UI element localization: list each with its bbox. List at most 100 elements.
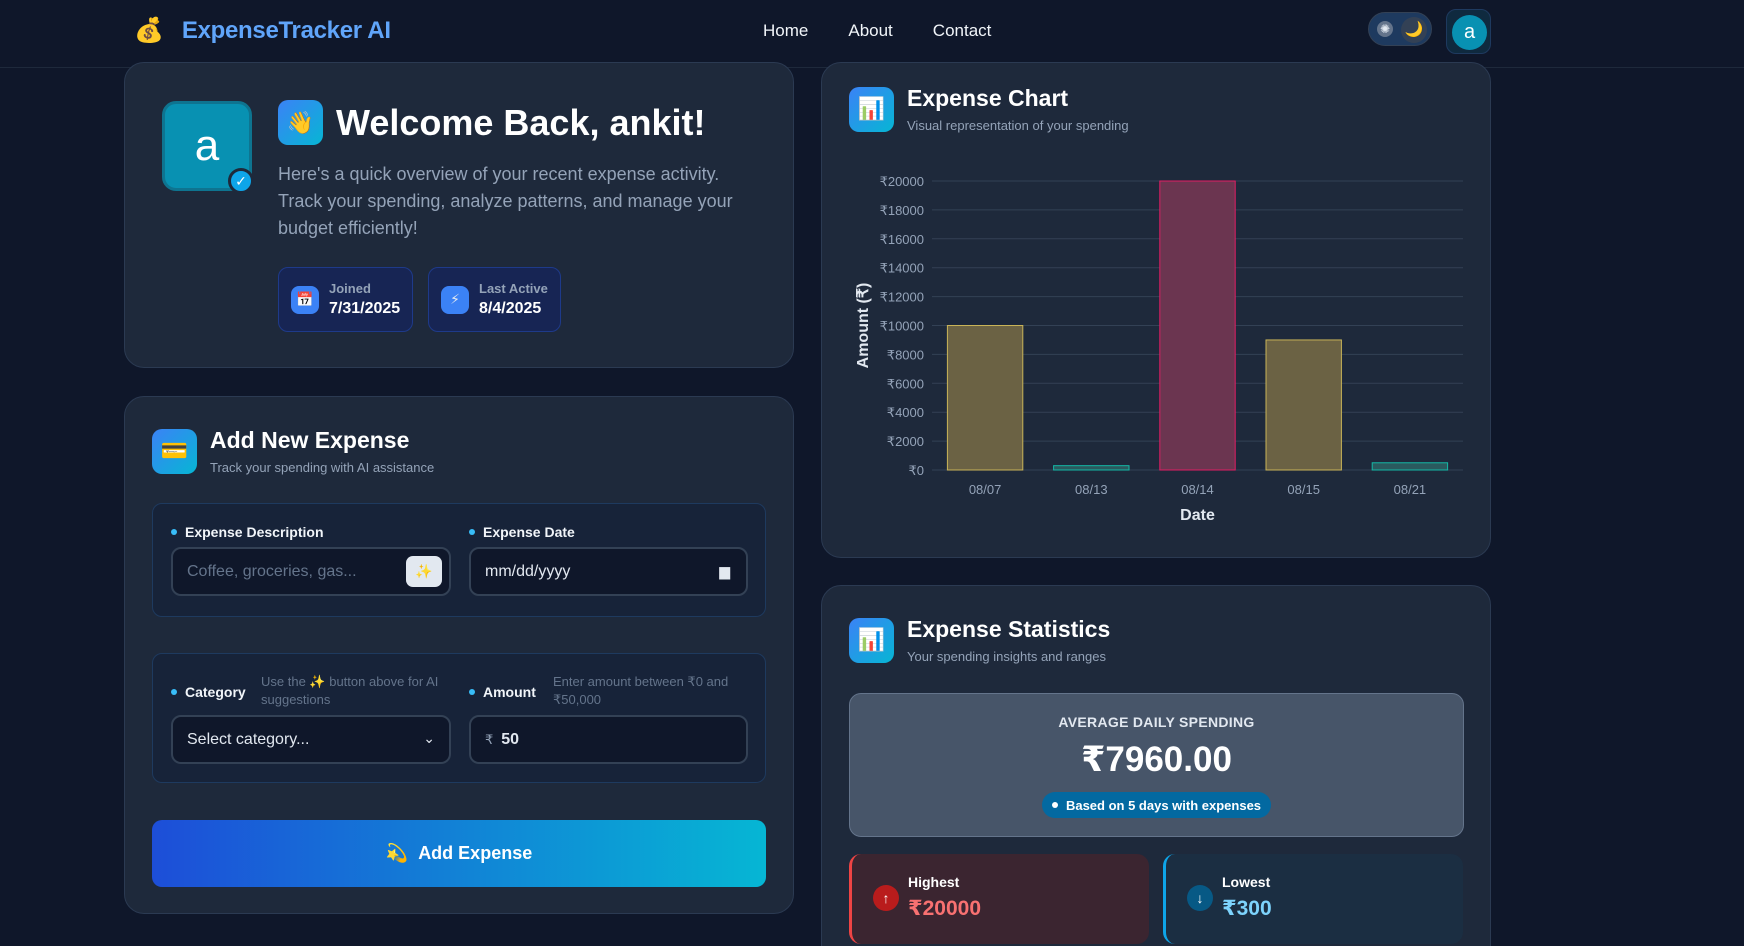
average-value: ₹7960.00 xyxy=(1081,740,1232,779)
moon-icon: 🌙 xyxy=(1401,17,1427,43)
description-date-group: Expense Description Coffee, groceries, g… xyxy=(152,503,766,617)
lowest-expense-panel: ↓ Lowest ₹300 xyxy=(1163,854,1463,944)
highest-value: ₹20000 xyxy=(908,897,982,920)
last-active-badge: ⚡ Last Active 8/4/2025 xyxy=(428,267,561,332)
add-expense-button-label: Add Expense xyxy=(418,843,533,863)
description-placeholder: Coffee, groceries, gas... xyxy=(187,562,357,580)
highest-expense-panel: ↑ Highest ₹20000 xyxy=(849,854,1149,944)
y-tick-label: ₹18000 xyxy=(880,203,924,218)
category-amount-group: Category Use the ✨ button above for AI s… xyxy=(152,653,766,783)
y-tick-label: ₹4000 xyxy=(887,405,924,420)
x-axis-label: Date xyxy=(1180,507,1215,524)
joined-badge: 📅 Joined 7/31/2025 xyxy=(278,267,414,332)
nav-links: Home About Contact xyxy=(763,21,991,41)
category-selected-value: Select category... xyxy=(187,730,310,748)
y-tick-label: ₹2000 xyxy=(887,434,924,449)
brand-name: ExpenseTracker AI xyxy=(181,16,391,44)
joined-label: Joined xyxy=(329,281,371,296)
bar xyxy=(1265,339,1342,471)
lowest-value: ₹300 xyxy=(1222,897,1272,920)
expense-chart-card: 📊 Expense Chart Visual representation of… xyxy=(821,62,1491,558)
arrow-down-icon: ↓ xyxy=(1187,885,1213,911)
y-tick-label: ₹14000 xyxy=(880,261,924,276)
x-tick-label: 08/21 xyxy=(1394,482,1427,497)
stats-title: Expense Statistics xyxy=(907,616,1111,642)
amount-input[interactable]: ₹ 50 xyxy=(469,715,748,764)
verified-check-icon: ✓ xyxy=(228,168,254,194)
date-label-text: Expense Date xyxy=(483,524,575,540)
welcome-title: Welcome Back, ankit! xyxy=(336,101,706,143)
rupee-icon: ₹ xyxy=(485,731,494,747)
x-tick-label: 08/07 xyxy=(969,482,1002,497)
bar xyxy=(1053,465,1130,471)
y-axis-label: Amount (₹) xyxy=(855,283,872,369)
welcome-header: 👋 Welcome Back, ankit! xyxy=(278,100,705,145)
amount-label-text: Amount xyxy=(483,684,536,700)
y-tick-label: ₹20000 xyxy=(880,174,924,189)
calendar-icon: 📅 xyxy=(291,285,319,314)
last-active-label: Last Active xyxy=(479,281,548,296)
y-tick-label: ₹10000 xyxy=(880,319,924,334)
chevron-down-icon: ⌄ xyxy=(423,730,435,746)
add-expense-button[interactable]: 💫 Add Expense xyxy=(152,820,766,887)
average-spending-panel: AVERAGE DAILY SPENDING ₹7960.00 Based on… xyxy=(849,693,1464,837)
date-input[interactable]: mm/dd/yyyy ▆ xyxy=(469,547,748,596)
bar-chart-icon: 📊 xyxy=(849,617,894,663)
bullet-dot-icon xyxy=(171,529,177,535)
lowest-label: Lowest xyxy=(1222,874,1271,890)
add-expense-subtitle: Track your spending with AI assistance xyxy=(210,460,435,475)
category-label: Category xyxy=(171,684,246,700)
nav-link-home[interactable]: Home xyxy=(763,21,808,41)
arrow-up-icon: ↑ xyxy=(873,885,899,911)
money-bag-icon: 💰 xyxy=(134,17,164,44)
y-tick-label: ₹8000 xyxy=(887,347,924,362)
bullet-dot-icon xyxy=(171,689,177,695)
category-label-text: Category xyxy=(185,684,246,700)
amount-label: Amount xyxy=(469,684,536,700)
description-label: Expense Description xyxy=(171,524,324,540)
joined-value: 7/31/2025 xyxy=(329,300,401,317)
x-tick-label: 08/14 xyxy=(1181,482,1214,497)
date-label: Expense Date xyxy=(469,524,575,540)
dizzy-star-icon: 💫 xyxy=(385,843,409,863)
description-input[interactable]: Coffee, groceries, gas... ✨ xyxy=(171,547,451,596)
theme-toggle[interactable]: ✺ 🌙 xyxy=(1368,12,1432,46)
bullet-dot-icon xyxy=(469,689,475,695)
bullet-dot-icon xyxy=(469,529,475,535)
stats-subtitle: Your spending insights and ranges xyxy=(907,649,1106,664)
top-navbar: 💰 ExpenseTracker AI Home About Contact ✺… xyxy=(0,0,1744,68)
nav-link-about[interactable]: About xyxy=(848,21,892,41)
add-expense-title: Add New Expense xyxy=(210,427,410,453)
nav-link-contact[interactable]: Contact xyxy=(933,21,992,41)
average-label: AVERAGE DAILY SPENDING xyxy=(1058,714,1255,730)
last-active-value: 8/4/2025 xyxy=(479,300,542,317)
expense-bar-chart: ₹0 ₹2000 ₹4000 ₹6000 ₹8000 ₹10000 ₹12000 ₹14000… xyxy=(855,174,1463,524)
y-tick-label: ₹6000 xyxy=(887,376,924,391)
y-tick-label: ₹12000 xyxy=(880,290,924,305)
welcome-card: a ✓ 👋 Welcome Back, ankit! Here's a quic… xyxy=(124,62,794,368)
user-menu-button[interactable]: a xyxy=(1446,9,1491,54)
bar xyxy=(1159,180,1236,471)
lightning-icon: ⚡ xyxy=(441,285,469,314)
amount-value: 50 xyxy=(501,730,520,748)
sun-icon: ✺ xyxy=(1377,21,1393,37)
y-tick-label: ₹0 xyxy=(908,463,924,478)
amount-hint: Enter amount between ₹0 and ₹50,000 xyxy=(553,674,729,707)
stats-header: 📊 Expense Statistics Your spending insig… xyxy=(849,616,1110,664)
calendar-picker-icon[interactable]: ▆ xyxy=(719,563,730,580)
avatar: a xyxy=(1452,15,1487,50)
add-expense-card: 💳 Add New Expense Track your spending wi… xyxy=(124,396,794,914)
category-hint: Use the ✨ button above for AI suggestion… xyxy=(261,674,439,707)
average-note: Based on 5 days with expenses xyxy=(1065,797,1262,813)
x-tick-label: 08/13 xyxy=(1075,482,1108,497)
expense-statistics-card: 📊 Expense Statistics Your spending insig… xyxy=(821,585,1491,946)
average-note-badge: Based on 5 days with expenses xyxy=(1041,792,1272,818)
highest-label: Highest xyxy=(908,874,960,890)
brand[interactable]: 💰 ExpenseTracker AI xyxy=(134,16,391,45)
ai-suggest-sparkle-icon[interactable]: ✨ xyxy=(406,556,442,587)
category-select[interactable]: Select category... ⌄ xyxy=(171,715,451,764)
y-tick-label: ₹16000 xyxy=(880,232,924,247)
bar xyxy=(1371,462,1449,471)
welcome-description: Here's a quick overview of your recent e… xyxy=(278,164,733,238)
waving-hand-icon: 👋 xyxy=(278,100,323,145)
